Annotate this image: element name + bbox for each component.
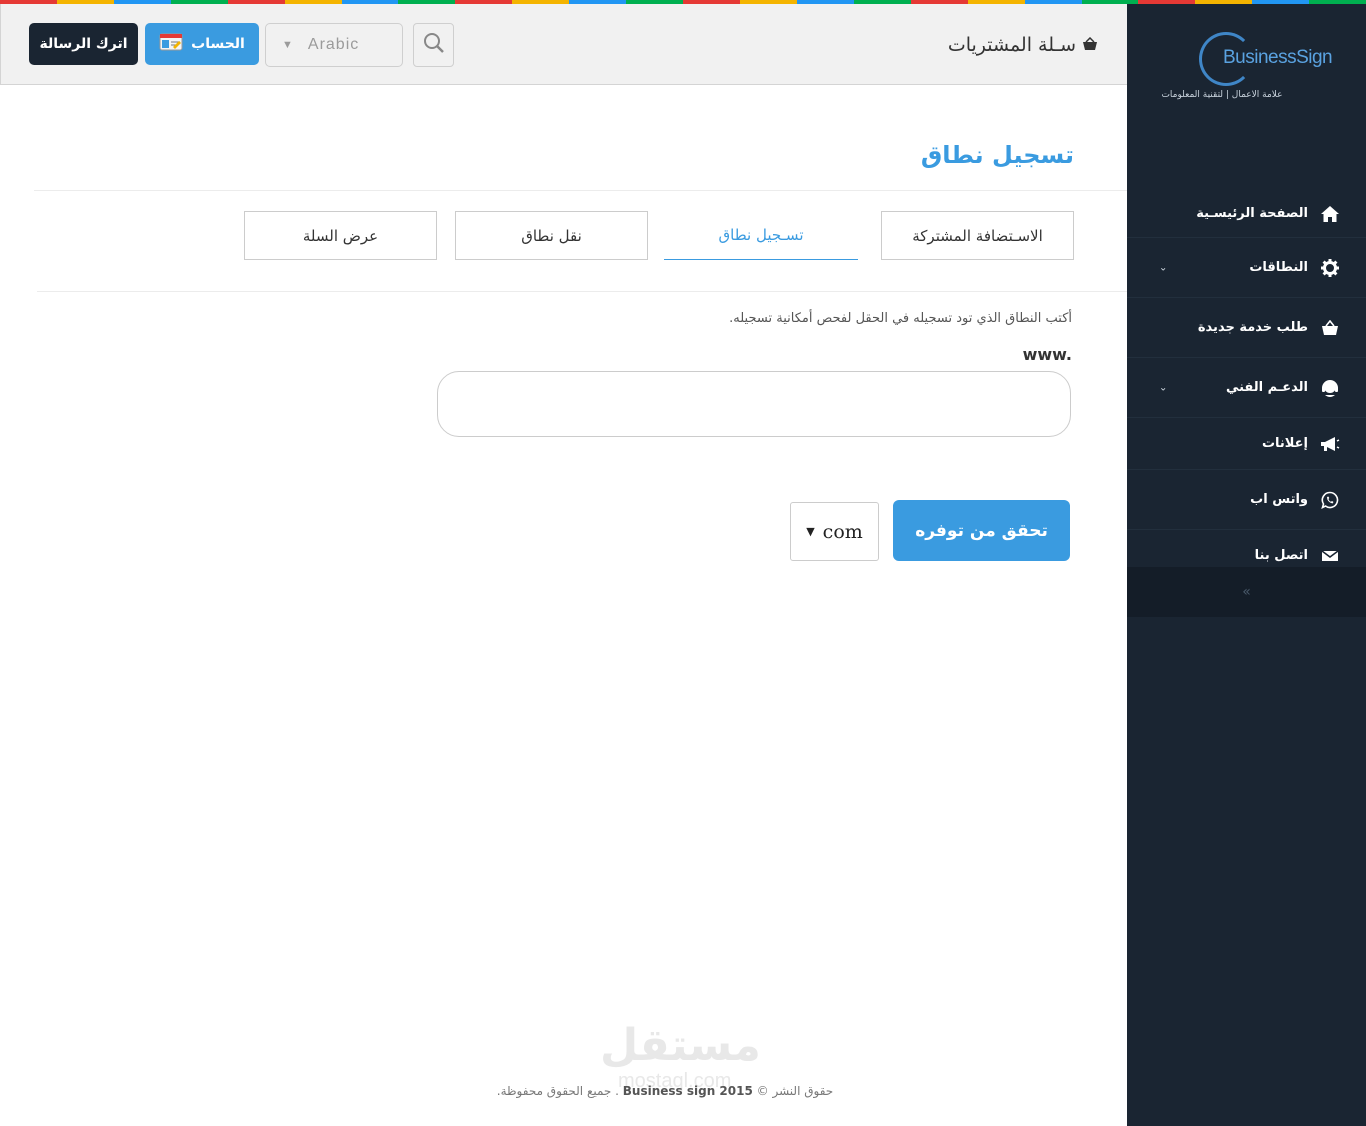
tab-view-cart[interactable]: عرض السلة: [244, 211, 437, 260]
logo-text: BusinessSign: [1223, 47, 1333, 68]
logo[interactable]: BusinessSign علامة الاعمال | لتقنية المع…: [1127, 30, 1366, 110]
leave-message-button[interactable]: اترك الرسالة: [29, 23, 138, 65]
tab-label: نقل نطاق: [521, 226, 582, 245]
instructions-text: أكتب النطاق الذي تود تسجيله في الحقل لفح…: [729, 311, 1072, 326]
tab-shared-hosting[interactable]: الاسـتضافة المشتركة: [881, 211, 1074, 260]
basket-icon: [1320, 318, 1340, 338]
sidebar-item-label: طلب خدمة جديدة: [1197, 320, 1308, 335]
sidebar-item-label: واتس اب: [1250, 492, 1308, 507]
tab-label: عرض السلة: [302, 226, 379, 245]
account-label: الحساب: [191, 36, 245, 52]
tab-label: تسـجيل نطاق: [718, 226, 804, 244]
sidebar-item-home[interactable]: الصفحة الرئيسـية: [1127, 190, 1366, 238]
footer-text-before: حقوق النشر ©: [756, 1084, 834, 1098]
tab-register-domain[interactable]: تسـجيل نطاق: [664, 211, 858, 260]
sidebar-item-label: إعلانات: [1261, 436, 1308, 451]
chevron-down-icon: ⌄: [1159, 382, 1168, 393]
envelope-icon: [1320, 546, 1340, 566]
account-button[interactable]: الحساب: [145, 23, 259, 65]
sidebar-item-support[interactable]: ⌄ الدعـم الفني: [1127, 358, 1366, 418]
home-icon: [1320, 204, 1340, 224]
check-availability-button[interactable]: تحقق من توفره: [893, 500, 1070, 561]
basket-icon: [1082, 34, 1098, 56]
cart-label: سـلة المشتريات: [947, 34, 1076, 56]
footer-text-after: . جميع الحقوق محفوظة.: [496, 1084, 619, 1098]
whatsapp-icon: [1320, 490, 1340, 510]
caret-down-icon: ▼: [806, 525, 815, 538]
domain-input[interactable]: [437, 371, 1071, 437]
sidebar-item-announcements[interactable]: إعلانات: [1127, 418, 1366, 470]
page-title: تسجيل نطاق: [920, 141, 1074, 169]
headset-icon: [1320, 378, 1340, 398]
www-prefix: www.: [1022, 345, 1072, 364]
divider: [34, 190, 1127, 191]
search-icon: [423, 32, 445, 58]
tab-transfer-domain[interactable]: نقل نطاق: [455, 211, 648, 260]
sidebar-item-whatsapp[interactable]: واتس اب: [1127, 470, 1366, 530]
caret-down-icon: ▼: [282, 39, 294, 51]
megaphone-icon: [1320, 434, 1340, 454]
tld-value: com: [822, 520, 863, 543]
sidebar-nav: الصفحة الرئيسـية ⌄ النطاقات طلب خدمة جدي…: [1127, 190, 1366, 582]
watermark-logo: مستقل: [600, 1020, 761, 1071]
tld-select[interactable]: ▼ com: [790, 502, 879, 561]
sidebar-item-domains[interactable]: ⌄ النطاقات: [1127, 238, 1366, 298]
sidebar-item-label: النطاقات: [1249, 260, 1308, 275]
sidebar-item-label: الصفحة الرئيسـية: [1196, 206, 1308, 221]
sidebar-item-new-service[interactable]: طلب خدمة جديدة: [1127, 298, 1366, 358]
footer-copyright: حقوق النشر © Business sign 2015 . جميع ا…: [420, 1084, 910, 1098]
gear-icon: [1320, 258, 1340, 278]
double-chevron-left-icon: «: [1242, 584, 1251, 600]
footer-brand: Business sign 2015: [622, 1084, 753, 1098]
divider: [37, 291, 1127, 292]
chevron-down-icon: ⌄: [1159, 262, 1168, 273]
id-card-icon: [159, 33, 183, 55]
search-button[interactable]: [413, 23, 454, 67]
sidebar-item-label: اتصل بنا: [1254, 548, 1308, 563]
sidebar: BusinessSign علامة الاعمال | لتقنية المع…: [1127, 4, 1366, 1126]
language-select[interactable]: ▼ Arabic: [265, 23, 403, 67]
sidebar-item-label: الدعـم الفني: [1225, 380, 1308, 395]
sidebar-collapse-button[interactable]: «: [1127, 567, 1366, 617]
logo-tagline: علامة الاعمال | لتقنية المعلومات: [1161, 90, 1283, 100]
top-bar: سـلة المشتريات ▼ Arabic الحساب اترك الرس…: [0, 4, 1127, 85]
tab-label: الاسـتضافة المشتركة: [912, 226, 1043, 245]
language-value: Arabic: [307, 36, 360, 53]
cart-link[interactable]: سـلة المشتريات: [948, 34, 1098, 56]
